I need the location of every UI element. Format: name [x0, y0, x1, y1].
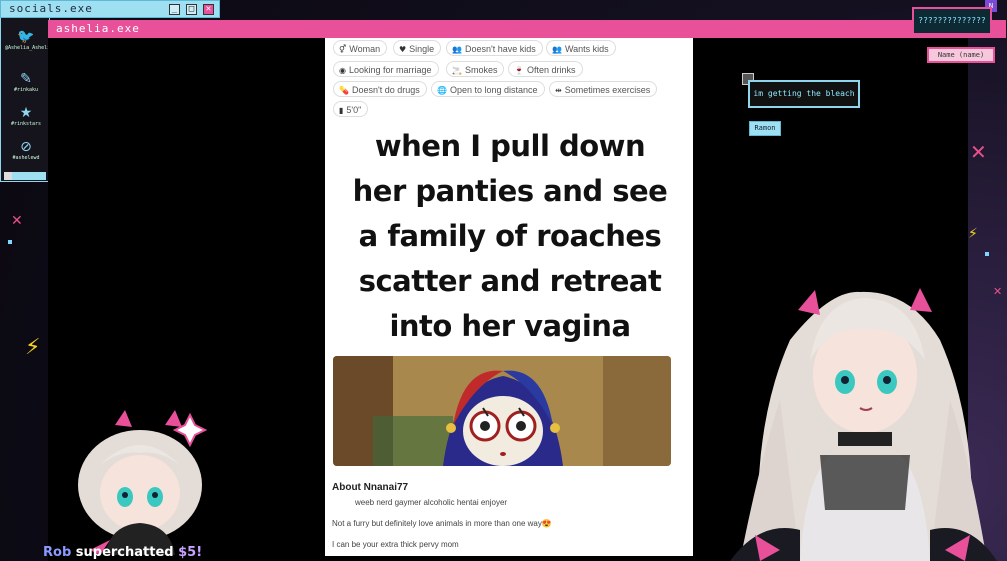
close-button[interactable]: ✕	[203, 4, 214, 15]
superchat-notice: Rob superchatted $5!	[43, 545, 202, 560]
paintbrush-icon: ✎	[20, 71, 32, 87]
tag-drinking: 🍷 Often drinks	[508, 61, 583, 77]
people-icon: 👥	[552, 45, 562, 54]
dating-profile: ⚥ Woman ♥ Single 👥 Doesn't have kids 👥 Wants…	[325, 38, 693, 556]
tag-exercise: ⇹ Sometimes exercises	[549, 81, 658, 97]
about-line: Not a furry but definitely love animals …	[332, 519, 552, 528]
twitter-icon: 🐦	[17, 29, 35, 45]
tag-relationship: ♥ Single	[393, 40, 442, 56]
pixel-dot	[8, 240, 12, 244]
socials-panel: 🐦 @Ashelia_Ashelia ✎ #rinkaku ★ #rinksta…	[0, 0, 54, 182]
lightning-icon: ⚡	[25, 335, 41, 360]
chibi-avatar	[78, 410, 208, 555]
jester-character-image	[333, 356, 671, 466]
chat-bubble: im getting the bleach	[748, 80, 860, 108]
pill-icon: 💊	[339, 86, 349, 95]
social-label: #rinkstars	[10, 121, 42, 127]
tag-wants-kids: 👥 Wants kids	[546, 40, 616, 56]
tag-drugs: 💊 Doesn't do drugs	[333, 81, 427, 97]
meme-line: her panties and see	[352, 174, 668, 208]
sparkle-decoration: ✕	[11, 213, 23, 229]
tag-kids: 👥 Doesn't have kids	[446, 40, 543, 56]
main-titlebar[interactable]: ashelia.exe	[48, 20, 1006, 38]
social-label: #ashelewd	[12, 155, 40, 161]
pixel-dot	[985, 252, 989, 256]
socials-titlebar[interactable]: socials.exe _ □ ✕	[0, 0, 220, 18]
social-ashelewd[interactable]: ⊘ #ashelewd	[5, 139, 47, 161]
sparkle-decoration: ✕	[970, 140, 987, 164]
meme-line: a family of roaches	[358, 219, 662, 253]
dumbbell-icon: ⇹	[555, 86, 562, 95]
window-title: socials.exe	[9, 2, 93, 15]
ruler-icon: ▮	[339, 106, 344, 115]
lightning-icon: ⚡	[968, 226, 978, 242]
no-entry-icon: ⊘	[20, 139, 32, 155]
about-line: I can be your extra thick pervy mom	[332, 540, 459, 549]
heart-icon: ♥	[399, 45, 407, 54]
meme-image	[333, 356, 671, 466]
tag-height: ▮ 5'0"	[333, 101, 369, 117]
about-heading: About Nnanai77	[332, 482, 409, 493]
tag-looking-for: ◉ Looking for marriage	[333, 61, 439, 77]
globe-icon: 🌐	[437, 86, 447, 95]
window-title: ashelia.exe	[56, 22, 140, 35]
tag-smoking: 🚬 Smokes	[446, 61, 505, 77]
drink-icon: 🍷	[514, 66, 524, 75]
social-twitter[interactable]: 🐦 @Ashelia_Ashelia	[5, 29, 54, 51]
scrollbar[interactable]	[4, 172, 46, 180]
tag-distance: 🌐 Open to long distance	[431, 81, 545, 97]
people-icon: 👥	[452, 45, 462, 54]
vtuber-avatar	[730, 288, 997, 561]
chat-username: Name (name)	[927, 47, 995, 63]
tag-gender: ⚥ Woman	[333, 40, 388, 56]
meme-caption: when I pull down her panties and see a f…	[335, 124, 685, 349]
about-line: weeb nerd gaymer alcoholic hentai enjoye…	[355, 498, 508, 507]
chat-bubble: ??????????????	[912, 7, 992, 35]
maximize-button[interactable]: □	[186, 4, 197, 15]
star-icon: ★	[19, 105, 33, 121]
meme-line: scatter and retreat	[358, 264, 662, 298]
eye-icon: ◉	[339, 66, 346, 75]
meme-line: when I pull down	[374, 129, 646, 163]
chat-username: Ramon	[749, 121, 781, 136]
superchat-amount: $5!	[178, 545, 203, 560]
social-rinkstars[interactable]: ★ #rinkstars	[5, 105, 47, 127]
minimize-button[interactable]: _	[169, 4, 180, 15]
superchat-text: superchatted	[75, 545, 174, 560]
scrollbar-thumb[interactable]	[4, 172, 12, 180]
gender-icon: ⚥	[339, 45, 347, 54]
superchat-username: Rob	[43, 545, 72, 560]
social-label: #rinkaku	[13, 87, 39, 93]
social-label: @Ashelia_Ashelia	[5, 45, 54, 51]
smoking-icon: 🚬	[452, 66, 462, 75]
social-rinkaku[interactable]: ✎ #rinkaku	[5, 71, 47, 93]
meme-line: into her vagina	[389, 309, 631, 343]
